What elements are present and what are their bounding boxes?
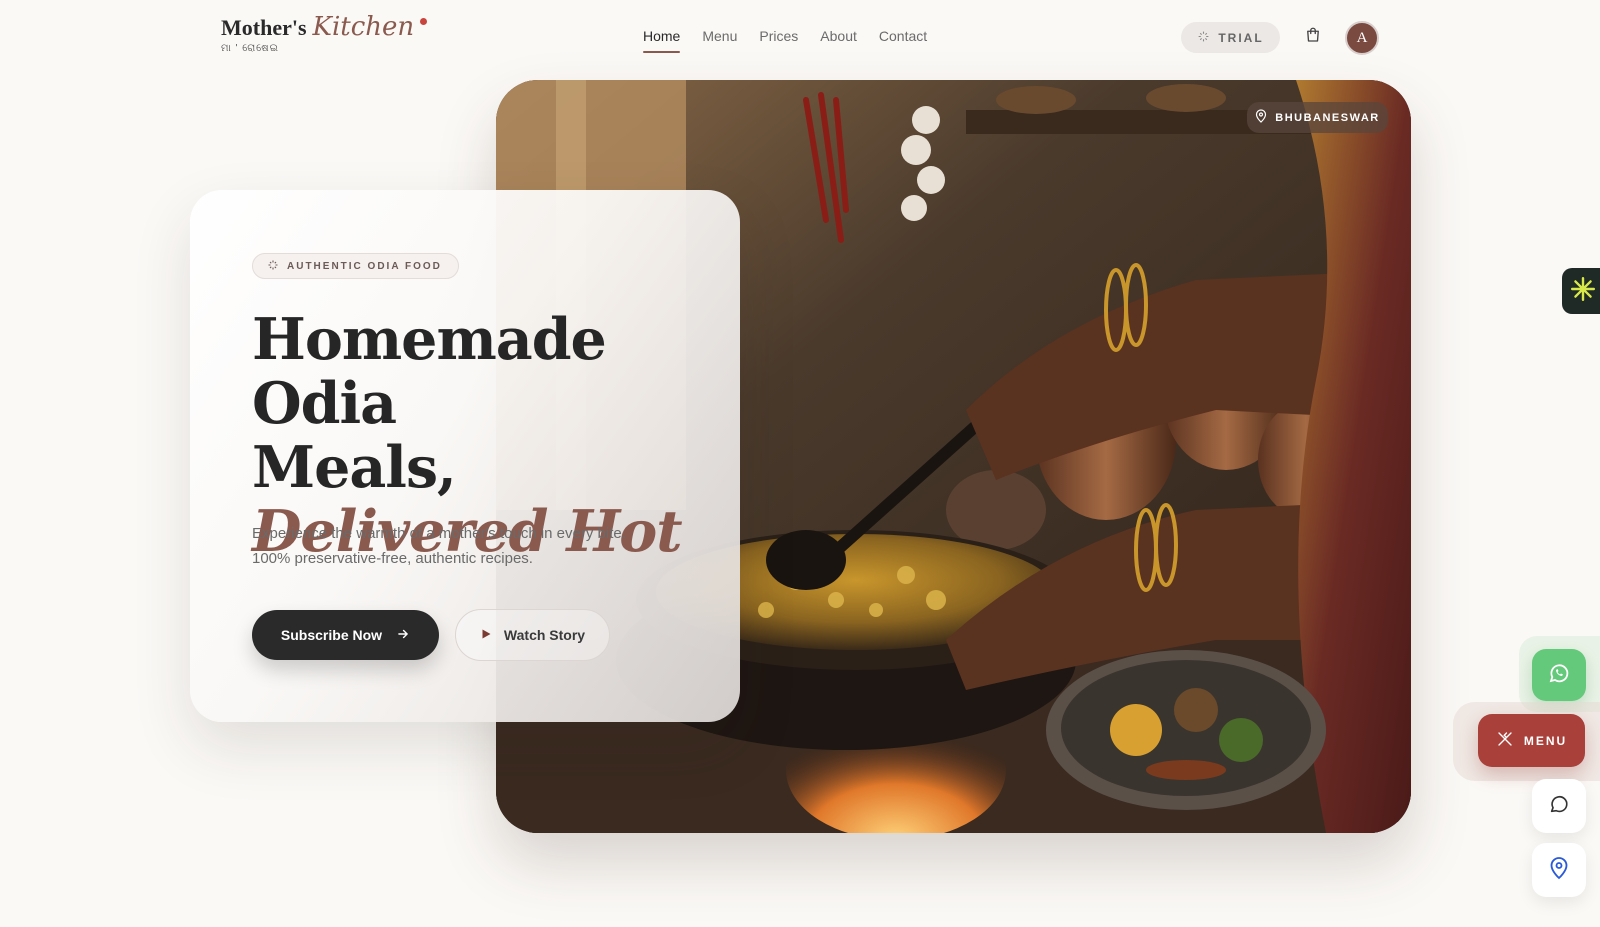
hero-description: Experience the warmth of a mother's touc… (252, 521, 672, 571)
headline-line-1: Homemade Odia (252, 306, 607, 437)
description-line-2: 100% preservative-free, authentic recipe… (252, 550, 533, 567)
cart-button[interactable] (1301, 25, 1325, 49)
headline-line-2: Meals, (252, 434, 457, 501)
main-nav: Home Menu Prices About Contact (643, 28, 927, 53)
whatsapp-button[interactable] (1532, 649, 1586, 701)
subscribe-button[interactable]: Subscribe Now (252, 610, 439, 660)
nav-item-home[interactable]: Home (643, 28, 681, 53)
location-label: BHUBANESWAR (1275, 111, 1380, 124)
map-pin-icon (1255, 109, 1267, 126)
watch-story-button[interactable]: Watch Story (455, 609, 610, 661)
watch-story-label: Watch Story (503, 627, 586, 643)
location-badge[interactable]: BHUBANESWAR (1247, 102, 1388, 133)
brand-logo[interactable]: Mother's Kitchen ମା ' ରୋଷେଇ (221, 12, 428, 54)
brand-script: Kitchen (312, 12, 415, 42)
nav-item-about[interactable]: About (820, 28, 857, 53)
category-badge: AUTHENTIC ODIA FOOD (252, 253, 459, 279)
trial-label: TRIAL (1218, 30, 1264, 45)
nav-item-contact[interactable]: Contact (879, 28, 927, 53)
arrow-right-icon (396, 627, 410, 644)
sparkle-icon (267, 259, 279, 274)
location-button[interactable] (1532, 843, 1586, 897)
hero-card: AUTHENTIC ODIA FOOD Homemade Odia Meals,… (190, 190, 740, 722)
brand-name: Mother's (221, 15, 307, 40)
side-widget-tab[interactable] (1562, 268, 1600, 314)
shopping-bag-icon (1304, 26, 1322, 49)
map-pin-icon (1549, 856, 1569, 885)
sparkle-icon (1197, 30, 1210, 46)
header: Mother's Kitchen ମା ' ରୋଷେଇ Home Menu Pr… (0, 0, 1600, 76)
badge-label: AUTHENTIC ODIA FOOD (287, 260, 442, 272)
nav-item-prices[interactable]: Prices (759, 28, 798, 53)
menu-button[interactable]: MENU (1478, 714, 1585, 767)
chat-bubble-icon (1548, 793, 1570, 820)
play-icon (480, 627, 492, 643)
menu-label: MENU (1523, 733, 1568, 748)
brand-dot (420, 17, 428, 25)
subscribe-label: Subscribe Now (280, 627, 383, 643)
chat-button[interactable] (1532, 779, 1586, 833)
brand-subtitle: ମା ' ରୋଷେଇ (221, 43, 279, 54)
trial-button[interactable]: TRIAL (1181, 22, 1280, 53)
whatsapp-icon (1547, 661, 1571, 690)
user-avatar[interactable]: A (1345, 21, 1379, 55)
asterisk-icon (1570, 276, 1596, 307)
utensils-icon (1496, 730, 1514, 751)
description-line-1: Experience the warmth of a mother's touc… (252, 525, 626, 542)
nav-item-menu[interactable]: Menu (702, 28, 737, 53)
